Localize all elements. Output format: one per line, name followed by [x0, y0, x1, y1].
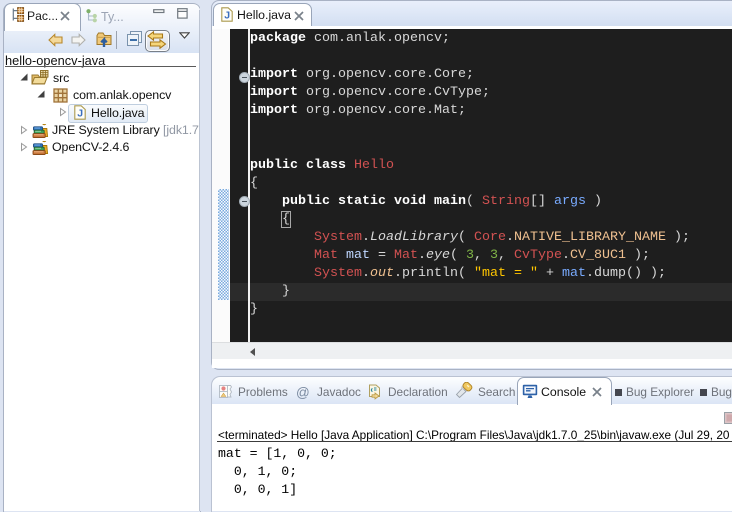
- svg-text:J: J: [224, 10, 230, 22]
- svg-text:J: J: [77, 108, 83, 120]
